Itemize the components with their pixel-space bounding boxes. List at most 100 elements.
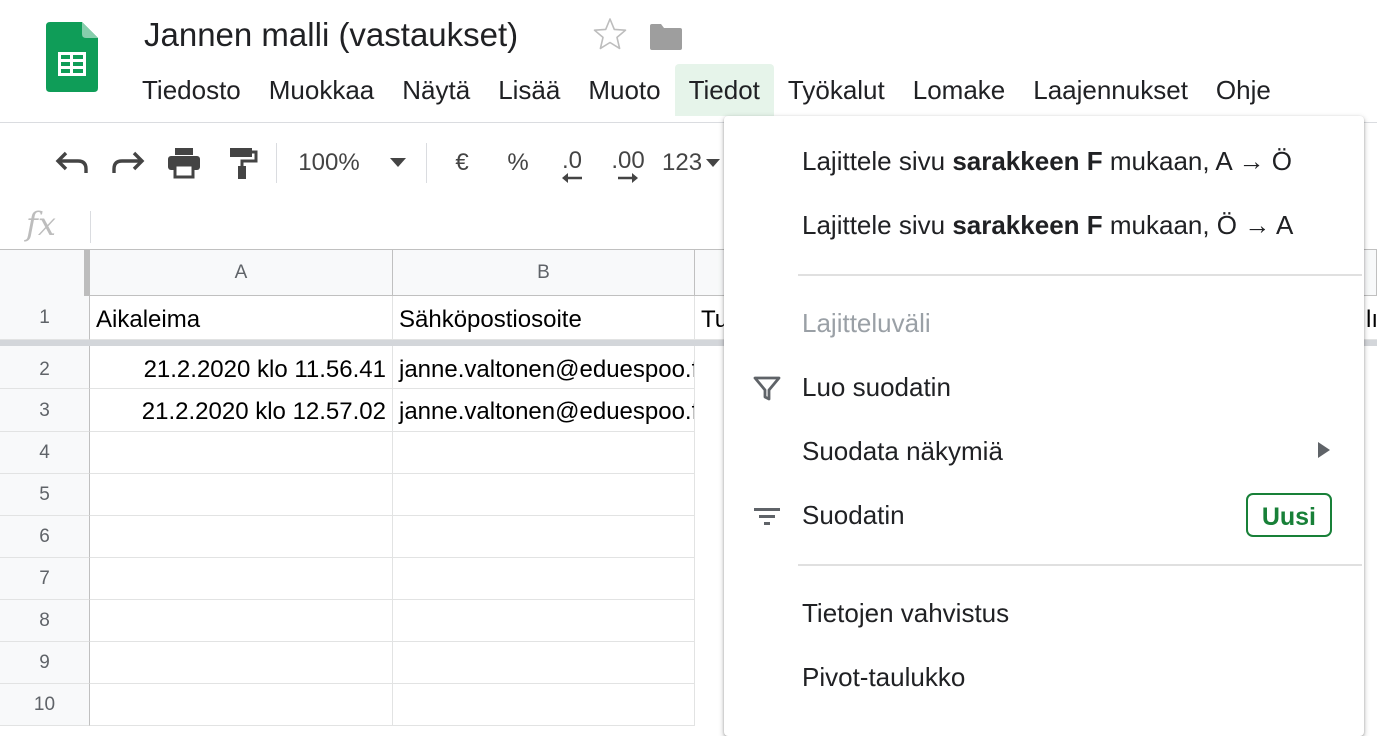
slicer-icon	[754, 508, 780, 525]
cell-a10[interactable]	[90, 684, 393, 726]
menu-form[interactable]: Lomake	[899, 64, 1020, 116]
zoom-value: 100%	[298, 149, 360, 176]
percent-format-button[interactable]: %	[498, 123, 538, 203]
more-formats-button[interactable]: 123	[662, 123, 724, 203]
arrow-right-icon	[618, 173, 638, 183]
cell-a4[interactable]	[90, 432, 393, 474]
toolbar-divider	[276, 143, 277, 183]
cell-b2[interactable]: janne.valtonen@eduespoo.fi	[393, 346, 695, 389]
sort-sheet-a-z[interactable]: Lajittele sivu sarakkeen F mukaan, A → Ö	[724, 130, 1364, 192]
sort-range-label: Lajitteluväli	[802, 308, 931, 338]
row-header[interactable]: 5	[0, 474, 90, 516]
row-header[interactable]: 10	[0, 684, 90, 726]
menu-view[interactable]: Näytä	[388, 64, 484, 116]
chevron-down-icon	[389, 158, 406, 167]
increase-decimals-button[interactable]: .00	[606, 123, 650, 203]
currency-symbol: €	[455, 149, 469, 176]
toolbar-divider	[426, 143, 427, 183]
row-header[interactable]: 1	[0, 296, 90, 340]
redo-button[interactable]	[106, 123, 150, 203]
cell-b5[interactable]	[393, 474, 695, 516]
select-all-corner[interactable]	[0, 250, 90, 297]
sort-range: Lajitteluväli	[724, 292, 1364, 354]
row-header[interactable]: 4	[0, 432, 90, 474]
folder-icon[interactable]	[648, 22, 684, 52]
fx-icon: fx	[26, 205, 56, 243]
percent-symbol: %	[507, 149, 529, 176]
column-header-a[interactable]: A	[90, 250, 393, 296]
cell-edge-partial: lı	[1364, 296, 1377, 340]
decrease-decimals-label: .0	[561, 147, 582, 174]
column-header-b[interactable]: B	[393, 250, 695, 296]
undo-icon	[55, 151, 88, 173]
cell-a1[interactable]: Aikaleima	[90, 296, 393, 340]
cell-b7[interactable]	[393, 558, 695, 600]
app-header: Jannen malli (vastaukset) Tiedosto Muokk…	[0, 0, 1377, 122]
cell-b8[interactable]	[393, 600, 695, 642]
increase-decimals-label: .00	[611, 147, 645, 174]
data-menu-dropdown: Lajittele sivu sarakkeen F mukaan, A → Ö…	[724, 116, 1364, 736]
menu-extensions[interactable]: Laajennukset	[1019, 64, 1202, 116]
cell-a8[interactable]	[90, 600, 393, 642]
create-filter-label: Luo suodatin	[802, 372, 951, 402]
pivot-table-label: Pivot-taulukko	[802, 662, 966, 692]
redo-icon	[112, 151, 145, 173]
menu-edit[interactable]: Muokkaa	[255, 64, 389, 116]
create-filter[interactable]: Luo suodatin	[724, 356, 1364, 418]
menu-file[interactable]: Tiedosto	[128, 64, 255, 116]
cell-a5[interactable]	[90, 474, 393, 516]
data-validation-label: Tietojen vahvistus	[802, 598, 1010, 628]
zoom-select[interactable]: 100%	[292, 123, 412, 203]
slicer[interactable]: Suodatin Uusi	[724, 484, 1364, 546]
sort-sheet-z-a[interactable]: Lajittele sivu sarakkeen F mukaan, Ö → A	[724, 194, 1364, 256]
menu-insert[interactable]: Lisää	[484, 64, 574, 116]
filter-views-label: Suodata näkymiä	[802, 436, 1003, 466]
decrease-decimals-button[interactable]: .0	[550, 123, 594, 203]
menu-tools[interactable]: Työkalut	[774, 64, 899, 116]
menu-separator	[798, 564, 1362, 566]
row-header[interactable]: 7	[0, 558, 90, 600]
row-header[interactable]: 8	[0, 600, 90, 642]
row-header[interactable]: 2	[0, 346, 90, 389]
cell-a6[interactable]	[90, 516, 393, 558]
menu-data[interactable]: Tiedot	[674, 64, 774, 116]
cell-a7[interactable]	[90, 558, 393, 600]
print-icon	[168, 148, 200, 179]
currency-format-button[interactable]: €	[442, 123, 482, 203]
row-header[interactable]: 6	[0, 516, 90, 558]
slicer-label: Suodatin	[802, 500, 905, 530]
star-icon[interactable]	[592, 16, 628, 52]
cell-b3[interactable]: janne.valtonen@eduespoo.fi	[393, 389, 695, 432]
filter-views[interactable]: Suodata näkymiä	[724, 420, 1364, 482]
data-validation[interactable]: Tietojen vahvistus	[724, 582, 1364, 644]
menu-format[interactable]: Muoto	[574, 64, 674, 116]
paint-format-icon	[230, 148, 258, 179]
cell-b9[interactable]	[393, 642, 695, 684]
cell-a9[interactable]	[90, 642, 393, 684]
undo-button[interactable]	[50, 123, 94, 203]
chevron-down-icon	[706, 159, 721, 167]
menu-bar: Tiedosto Muokkaa Näytä Lisää Muoto Tiedo…	[128, 64, 1285, 116]
menu-separator	[798, 274, 1362, 276]
cell-b6[interactable]	[393, 516, 695, 558]
row-header[interactable]: 9	[0, 642, 90, 684]
print-button[interactable]	[162, 123, 206, 203]
paint-format-button[interactable]	[220, 123, 264, 203]
cell-b10[interactable]	[393, 684, 695, 726]
new-badge: Uusi	[1245, 493, 1332, 537]
filter-icon	[753, 376, 781, 401]
arrow-left-icon	[562, 173, 582, 183]
sheets-logo-icon[interactable]	[46, 22, 98, 92]
submenu-arrow-icon	[1318, 442, 1330, 458]
cell-a3[interactable]: 21.2.2020 klo 12.57.02	[90, 389, 393, 432]
cell-b4[interactable]	[393, 432, 695, 474]
sort-sheet-z-a-label: Lajittele sivu sarakkeen F mukaan, Ö → A	[802, 210, 1294, 240]
formula-divider	[90, 211, 91, 243]
pivot-table[interactable]: Pivot-taulukko	[724, 646, 1364, 708]
row-header[interactable]: 3	[0, 389, 90, 432]
cell-b1[interactable]: Sähköpostiosoite	[393, 296, 695, 340]
more-formats-label: 123	[662, 149, 703, 176]
cell-a2[interactable]: 21.2.2020 klo 11.56.41	[90, 346, 393, 389]
document-title[interactable]: Jannen malli (vastaukset)	[144, 16, 518, 54]
menu-help[interactable]: Ohje	[1202, 64, 1285, 116]
